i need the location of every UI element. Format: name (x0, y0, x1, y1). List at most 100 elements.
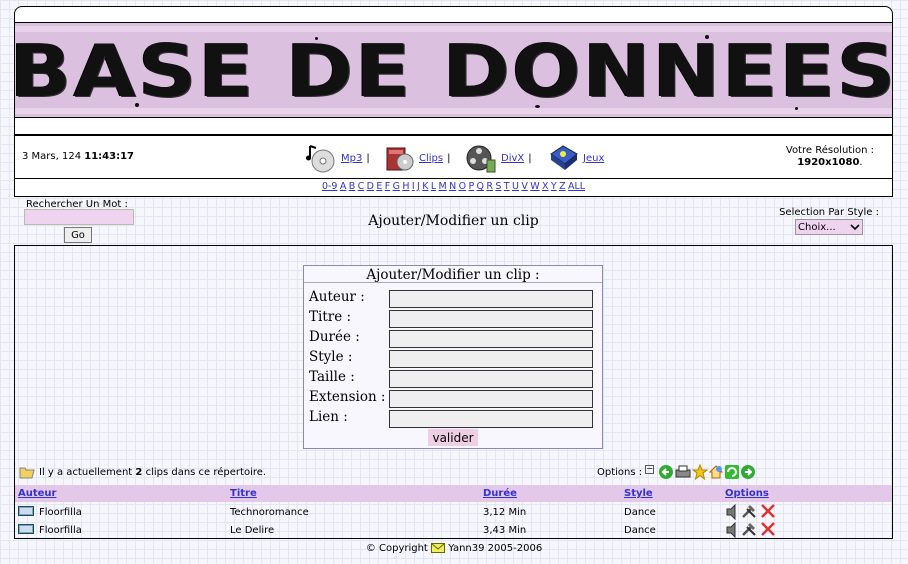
refresh-icon[interactable] (724, 464, 740, 480)
ink-splat (315, 37, 318, 40)
play-speaker-icon[interactable] (725, 522, 739, 538)
ink-splat (705, 35, 709, 39)
table-header: Auteur Titre Durée Style Options (15, 485, 892, 502)
letter-filter-link[interactable]: I (412, 181, 415, 192)
taille-field[interactable] (389, 370, 593, 388)
resolution-value: 1920x1080 (797, 157, 860, 168)
current-date: 3 Mars, 124 (22, 151, 82, 162)
letter-filter-link[interactable]: S (495, 181, 501, 192)
column-header-titre[interactable]: Titre (230, 488, 257, 499)
nav-item-mp3[interactable]: Mp3 | (305, 140, 370, 176)
style-select[interactable]: Choix... (795, 219, 863, 235)
copyright-author: Yann39 2005-2006 (448, 543, 543, 554)
style-select-label: Selection Par Style : (779, 207, 879, 218)
letter-filter-link[interactable]: J (417, 181, 420, 192)
letter-filter-link[interactable]: V (521, 181, 528, 192)
letter-filter-link[interactable]: X (542, 181, 549, 192)
letter-filter-link[interactable]: B (349, 181, 356, 192)
screen-resolution: Votre Résolution : 1920x1080. (786, 145, 874, 169)
lien-field[interactable] (389, 410, 593, 428)
clip-form: Ajouter/Modifier un clip : Auteur : Titr… (303, 265, 603, 449)
letter-filter-link[interactable]: C (358, 181, 365, 192)
form-label-extension: Extension : (309, 389, 386, 405)
letter-filter-link[interactable]: ALL (568, 181, 585, 192)
letter-filter-link[interactable]: Z (559, 181, 566, 192)
titre-field[interactable] (389, 310, 593, 328)
letter-filter-link[interactable]: O (459, 181, 466, 192)
letter-filter-link[interactable]: Q (477, 181, 484, 192)
page-title: Ajouter/Modifier un clip (368, 213, 539, 229)
letter-filter-link[interactable]: D (367, 181, 374, 192)
column-header-options[interactable]: Options (725, 488, 769, 499)
game-disk-icon (550, 145, 578, 170)
banner-logo-title: BASE DE DONNEES (9, 29, 898, 113)
delete-x-icon[interactable] (760, 503, 776, 519)
letter-filter-link[interactable]: E (376, 181, 382, 192)
nav-separator: | (528, 152, 532, 164)
form-label-taille: Taille : (309, 369, 355, 385)
cd-music-icon (306, 145, 335, 173)
letter-filter-link[interactable]: M (439, 181, 447, 192)
letter-filter-link[interactable]: L (431, 181, 436, 192)
letter-filter-link[interactable]: 0-9 (322, 181, 338, 192)
letter-filter-link[interactable]: A (340, 181, 347, 192)
style-field[interactable] (389, 350, 593, 368)
ink-splat (795, 107, 798, 110)
resolution-suffix: . (859, 157, 863, 168)
go-button[interactable]: Go (64, 227, 92, 243)
forward-arrow-icon[interactable] (740, 464, 756, 480)
letter-filter-link[interactable]: F (385, 181, 390, 192)
table-row: Floorfilla Le Delire 3,43 Min Dance (15, 521, 892, 539)
main-content: Ajouter/Modifier un clip : Auteur : Titr… (14, 245, 893, 539)
column-header-auteur[interactable]: Auteur (18, 488, 56, 499)
nav-link-mp3[interactable]: Mp3 (341, 153, 362, 164)
options-toolbar: Options : − (597, 464, 756, 480)
star-favorite-icon[interactable] (692, 464, 709, 480)
nav-item-jeux[interactable]: Jeux (547, 140, 604, 176)
auteur-field[interactable] (389, 290, 593, 308)
letter-filter-link[interactable]: R (486, 181, 493, 192)
clip-count-prefix: Il y a actuellement (39, 466, 133, 478)
ink-splat (135, 103, 139, 107)
letter-filter-link[interactable]: P (468, 181, 474, 192)
current-datetime: 3 Mars, 124 11:43:17 (22, 151, 134, 162)
form-title: Ajouter/Modifier un clip : (304, 266, 602, 283)
letter-filter-link[interactable]: U (512, 181, 519, 192)
nav-row: 3 Mars, 124 11:43:17 Mp3 | Clips | DivX … (14, 135, 893, 179)
printer-icon[interactable] (674, 464, 692, 480)
edit-tools-icon[interactable] (741, 503, 757, 519)
valider-button[interactable]: valider (428, 429, 478, 446)
letter-filter-link[interactable]: H (402, 181, 409, 192)
nav-link-divx[interactable]: DivX (501, 153, 524, 164)
letter-filter-link[interactable]: N (449, 181, 456, 192)
style-select-value: Choix... (798, 221, 836, 233)
play-speaker-icon[interactable] (725, 504, 739, 520)
edit-tools-icon[interactable] (741, 521, 757, 537)
form-label-lien: Lien : (309, 409, 348, 425)
duree-field[interactable] (389, 330, 593, 348)
collapse-toggle[interactable]: − (645, 464, 655, 474)
column-header-duree[interactable]: Durée (483, 488, 517, 499)
letter-filter-link[interactable]: G (393, 181, 400, 192)
letter-filter-link[interactable]: W (530, 181, 539, 192)
letter-filter-link[interactable]: K (422, 181, 428, 192)
letter-filter-link[interactable]: T (504, 181, 510, 192)
delete-x-icon[interactable] (760, 521, 776, 537)
nav-link-clips[interactable]: Clips (419, 153, 443, 164)
mail-envelope-icon[interactable] (431, 543, 446, 553)
footer: © Copyright Yann39 2005-2006 (0, 543, 908, 554)
nav-item-clips[interactable]: Clips | (383, 140, 450, 176)
home-icon[interactable] (708, 464, 724, 480)
clip-count: Il y a actuellement 2 clips dans ce répe… (19, 465, 266, 479)
nav-separator: | (366, 152, 370, 164)
back-arrow-icon[interactable] (658, 464, 674, 480)
letter-filter-link[interactable]: Y (551, 181, 557, 192)
nav-link-jeux[interactable]: Jeux (583, 153, 604, 164)
extension-field[interactable] (389, 390, 593, 408)
separator-row (14, 118, 893, 135)
copyright-text: © Copyright (365, 543, 428, 554)
nav-item-divx[interactable]: DivX | (465, 140, 532, 176)
clip-count-value: 2 (135, 466, 143, 478)
column-header-style[interactable]: Style (624, 488, 653, 499)
cell-duree: 3,43 Min (483, 525, 527, 536)
